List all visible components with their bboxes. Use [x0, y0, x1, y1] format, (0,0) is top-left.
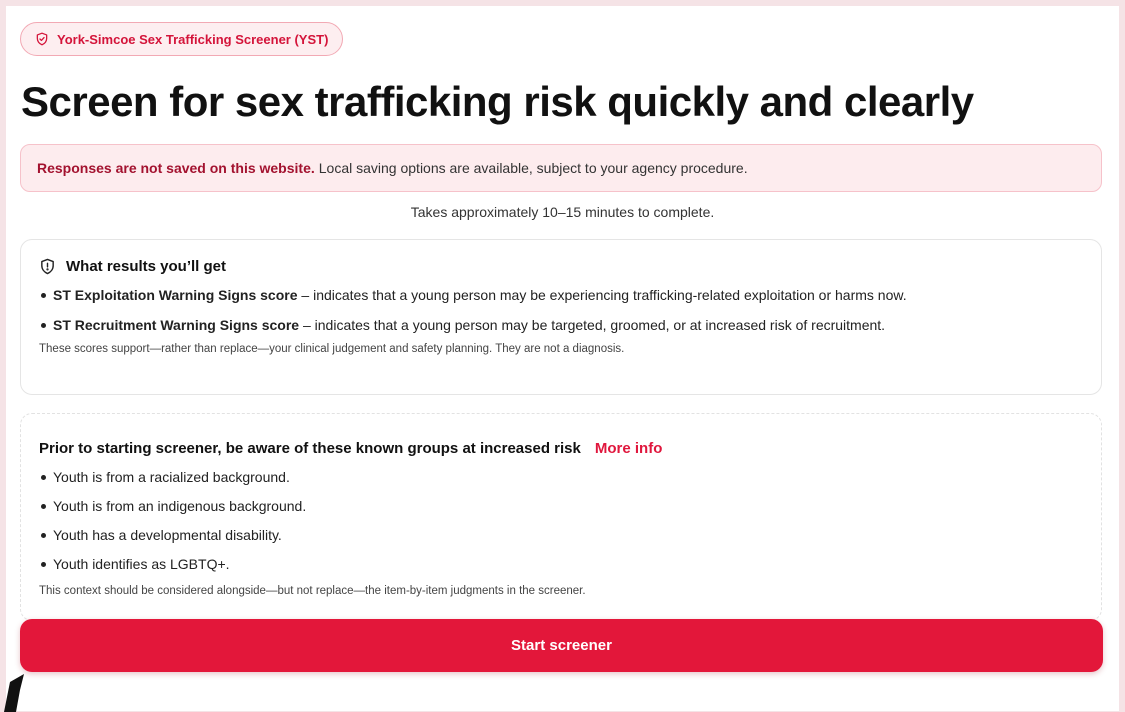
results-list: ST Exploitation Warning Signs score – in…: [39, 287, 1083, 333]
risk-groups-list: Youth is from a racialized background. Y…: [39, 469, 1083, 572]
result-score-desc: – indicates that a young person may be e…: [297, 287, 907, 303]
list-item: ST Exploitation Warning Signs score – in…: [39, 287, 1083, 303]
result-score-name: ST Recruitment Warning Signs score: [53, 317, 300, 333]
more-info-link[interactable]: More info: [595, 440, 663, 457]
results-heading: What results you’ll get: [39, 258, 1083, 275]
risk-groups-card: Prior to starting screener, be aware of …: [20, 413, 1102, 621]
list-item: Youth is from an indigenous background.: [39, 498, 1083, 514]
saving-notice: Responses are not saved on this website.…: [20, 144, 1102, 192]
list-item: ST Recruitment Warning Signs score – ind…: [39, 317, 1083, 333]
screener-intro-page: York-Simcoe Sex Trafficking Screener (YS…: [6, 6, 1119, 711]
saving-notice-text: Local saving options are available, subj…: [318, 160, 748, 176]
list-item: Youth is from a racialized background.: [39, 469, 1083, 485]
alert-shield-icon: [41, 258, 54, 275]
list-item: Youth identifies as LGBTQ+.: [39, 556, 1083, 572]
screener-badge: York-Simcoe Sex Trafficking Screener (YS…: [20, 22, 344, 56]
page-title: Screen for sex trafficking risk quickly …: [21, 78, 974, 125]
result-score-desc: – indicates that a young person may be t…: [299, 317, 886, 333]
cursor-arrow-icon: [4, 674, 24, 712]
risk-groups-note: This context should be considered alongs…: [39, 585, 586, 597]
results-note: These scores support—rather than replace…: [39, 343, 625, 355]
result-score-name: ST Exploitation Warning Signs score: [53, 287, 298, 303]
start-screener-button[interactable]: Start screener: [20, 619, 1103, 672]
risk-groups-heading-text: Prior to starting screener, be aware of …: [39, 440, 581, 457]
shield-check-icon: [36, 32, 48, 46]
results-card: What results you’ll get ST Exploitation …: [20, 239, 1102, 395]
risk-groups-heading: Prior to starting screener, be aware of …: [39, 440, 1083, 457]
list-item: Youth has a developmental disability.: [39, 527, 1083, 543]
saving-notice-bold: Responses are not saved on this website.: [37, 160, 315, 176]
results-heading-text: What results you’ll get: [66, 258, 227, 275]
duration-text: Takes approximately 10–15 minutes to com…: [410, 204, 715, 220]
badge-label: York-Simcoe Sex Trafficking Screener (YS…: [57, 31, 329, 47]
